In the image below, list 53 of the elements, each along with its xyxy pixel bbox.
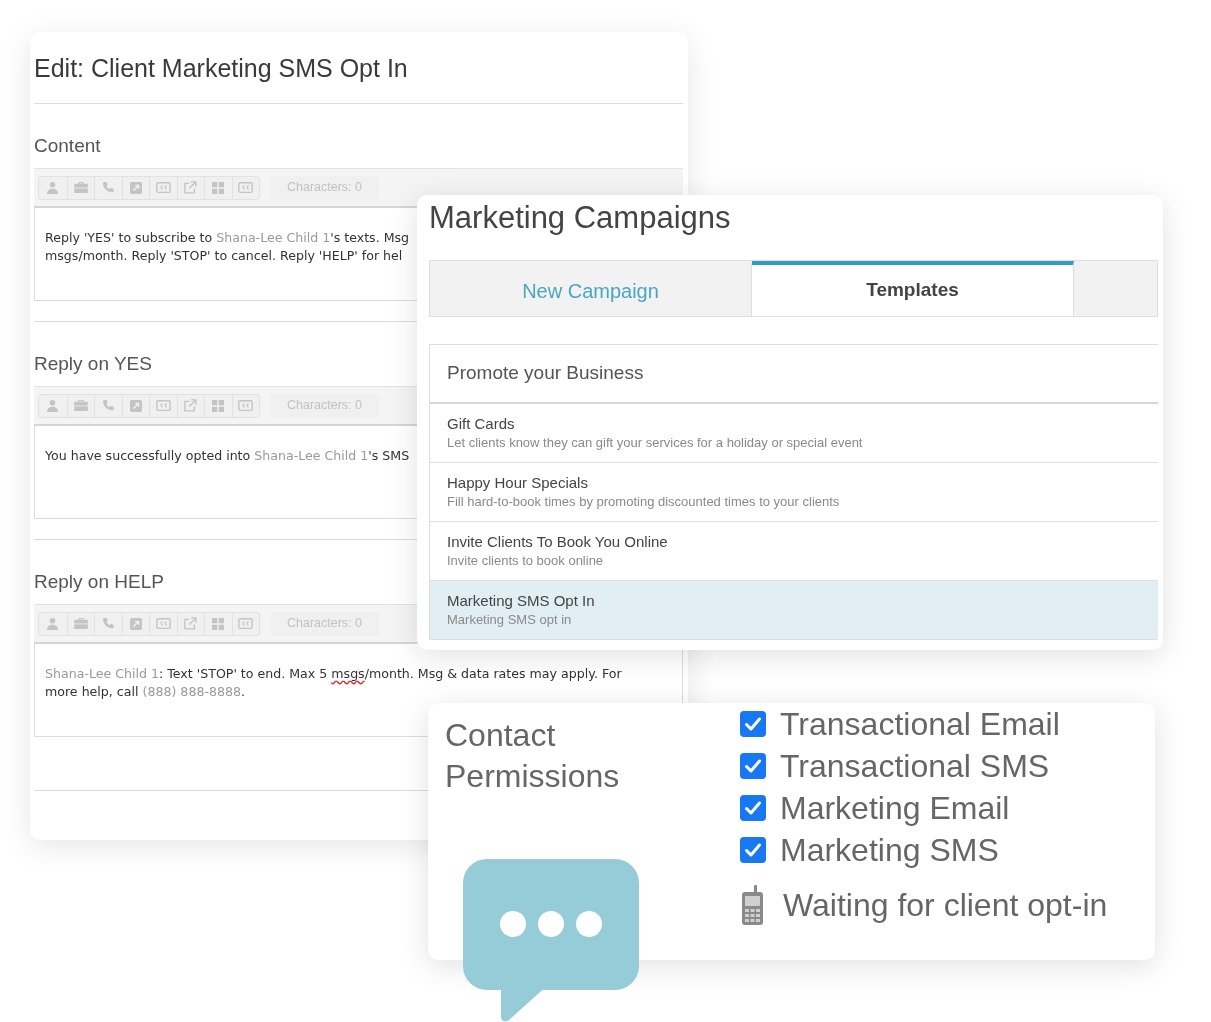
square-arrow-icon — [129, 617, 142, 630]
grid-icon — [212, 617, 225, 630]
grid-icon — [212, 399, 225, 412]
template-title: Marketing SMS Opt In — [447, 592, 595, 610]
checkbox[interactable] — [740, 711, 766, 737]
captions-icon — [155, 182, 171, 193]
section-label: Reply on HELP — [34, 570, 164, 594]
phone-icon — [102, 182, 114, 193]
captions-icon — [238, 182, 254, 193]
square-arrow-icon — [129, 399, 142, 412]
template-item[interactable]: Marketing SMS Opt In Marketing SMS opt in — [430, 581, 1158, 640]
template-description: Invite clients to book online — [447, 553, 604, 569]
checkbox[interactable] — [740, 837, 766, 863]
person-icon — [47, 181, 59, 194]
briefcase-icon — [73, 400, 88, 411]
editor-title: Edit: Client Marketing SMS Opt In — [34, 52, 408, 83]
external-link-icon — [184, 617, 198, 630]
message-field[interactable]: Reply 'YES' to subscribe to Shana-Lee Child 1's texts. Msg msgs/month. Reply 'STOP' to cancel. Reply 'HELP' for hel — [34, 208, 417, 301]
captions-icon — [238, 400, 254, 411]
captions-icon — [155, 400, 171, 411]
section-label: Content — [34, 134, 101, 158]
template-title: Invite Clients To Book You Online — [447, 533, 668, 551]
phone-icon — [102, 400, 114, 411]
message-field[interactable]: You have successfully opted into Shana-Lee Child 1's SMS — [34, 426, 417, 519]
briefcase-icon — [73, 618, 88, 629]
external-link-icon — [184, 181, 198, 194]
person-icon — [47, 399, 59, 412]
grid-icon — [212, 181, 225, 194]
square-arrow-icon — [129, 181, 142, 194]
template-description: Let clients know they can gift your services for a holiday or special event — [447, 435, 863, 451]
permission-label: Transactional Email — [780, 705, 1060, 743]
message-field[interactable]: Shana-Lee Child 1: Text 'STOP' to end. Max 5 msgs/month. Msg & data rates may apply. For more help, call (888) 888-8888. — [34, 644, 683, 702]
phone-icon — [102, 618, 114, 629]
campaigns-title: Marketing Campaigns — [429, 200, 731, 236]
captions-icon — [155, 618, 171, 629]
template-description: Fill hard-to-book times by promoting discounted times to your clients — [447, 494, 840, 510]
mobile-phone-icon — [740, 885, 765, 925]
template-description: Marketing SMS opt in — [447, 612, 572, 628]
template-title: Happy Hour Specials — [447, 474, 588, 492]
briefcase-icon — [73, 182, 88, 193]
captions-icon — [238, 618, 254, 629]
template-title: Gift Cards — [447, 415, 515, 433]
section-label: Reply on YES — [34, 352, 152, 376]
status-text: Waiting for client opt-in — [783, 886, 1108, 924]
checkbox[interactable] — [740, 795, 766, 821]
permissions-heading: Contact Permissions — [445, 716, 621, 796]
permission-label: Marketing Email — [780, 789, 1010, 827]
person-icon — [47, 617, 59, 630]
permission-label: Marketing SMS — [780, 831, 999, 869]
tab[interactable]: Templates — [752, 261, 1074, 316]
checkbox[interactable] — [740, 753, 766, 779]
external-link-icon — [184, 399, 198, 412]
permission-label: Transactional SMS — [780, 747, 1050, 785]
